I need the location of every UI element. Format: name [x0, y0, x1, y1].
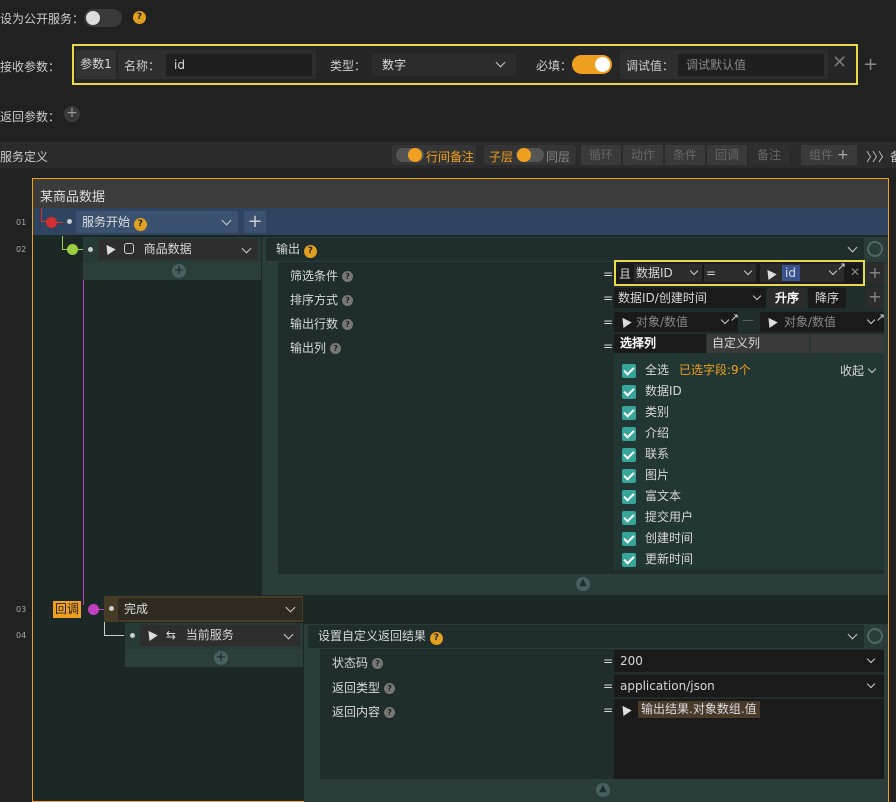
- field-checkbox[interactable]: 提交用户: [622, 508, 693, 525]
- type-select[interactable]: 数字: [372, 54, 516, 76]
- collapse-up-icon[interactable]: ▲: [576, 577, 590, 591]
- name-label: 名称：: [124, 59, 161, 73]
- cols-label: 输出列: [290, 341, 327, 355]
- sort-desc-button[interactable]: 降序: [808, 288, 846, 308]
- add-filter-icon[interactable]: +: [866, 263, 884, 285]
- param-row: 参数1 名称： id 类型： 数字 必填： 调试值： 调试默认值 ✕: [72, 44, 858, 85]
- sort-asc-button[interactable]: 升序: [768, 288, 806, 308]
- required-toggle[interactable]: [572, 55, 612, 74]
- public-service-label: 设为公开服务：: [0, 12, 85, 26]
- filter-condition: 且 数据ID = id ↗ ✕: [614, 260, 865, 286]
- tool-callback-button[interactable]: 回调: [707, 145, 747, 165]
- rows-end-input[interactable]: 对象/数值 ↗: [760, 311, 885, 332]
- callback-tag: 回调: [53, 601, 81, 618]
- more-link[interactable]: 〉〉〉备: [866, 148, 896, 165]
- field-checkbox[interactable]: 联系: [622, 445, 669, 462]
- collapse-up-icon[interactable]: ▲: [596, 783, 610, 797]
- component-button[interactable]: 组件 +: [801, 145, 857, 165]
- field-checkbox[interactable]: 创建时间: [622, 529, 693, 546]
- field-checkbox[interactable]: 富文本: [622, 487, 681, 504]
- filter-label: 筛选条件: [290, 269, 339, 283]
- add-child-icon[interactable]: +: [214, 651, 228, 665]
- rows-label: 输出行数: [290, 317, 339, 331]
- debug-label: 调试值：: [626, 59, 675, 73]
- rows-start-input[interactable]: 对象/数值 ↗: [614, 311, 739, 332]
- output-select[interactable]: 输出 ?: [266, 238, 864, 261]
- inline-note-toggle[interactable]: 行间备注: [392, 145, 476, 165]
- receive-params-label: 接收参数：: [0, 60, 61, 74]
- param-tag: 参数1: [76, 50, 116, 79]
- result-select[interactable]: 设置自定义返回结果 ?: [308, 625, 864, 648]
- filter-op-select[interactable]: =: [704, 264, 756, 282]
- tool-action-button[interactable]: 动作: [623, 145, 663, 165]
- data-node-icon: [67, 244, 78, 255]
- close-icon[interactable]: ✕: [850, 265, 860, 279]
- tool-condition-button[interactable]: 条件: [665, 145, 705, 165]
- layer-toggle[interactable]: 子层 同层: [484, 145, 576, 165]
- tool-note-button[interactable]: 备注: [749, 145, 789, 165]
- add-step-button[interactable]: +: [244, 211, 266, 233]
- return-content-input[interactable]: 输出结果.对象数组.值: [614, 699, 884, 779]
- service-def-label: 服务定义: [0, 150, 49, 164]
- required-label: 必填：: [536, 59, 573, 73]
- field-checkbox[interactable]: 类别: [622, 403, 669, 420]
- current-service-select[interactable]: ⇆ 当前服务: [140, 625, 300, 646]
- pointer-icon: [102, 241, 116, 256]
- flow-header: [33, 179, 888, 208]
- name-input[interactable]: id: [166, 54, 312, 76]
- row-number: 04: [16, 631, 27, 640]
- flow-title: 某商品数据: [40, 190, 106, 205]
- row-number: 01: [16, 218, 27, 227]
- swap-icon: ⇆: [165, 628, 176, 642]
- return-type-select[interactable]: application/json: [614, 675, 884, 697]
- row-number: 02: [16, 245, 27, 254]
- field-checkbox[interactable]: 更新时间: [622, 550, 693, 567]
- type-label: 类型：: [330, 59, 367, 73]
- debug-input[interactable]: 调试默认值: [678, 54, 824, 76]
- return-content-label: 返回内容: [332, 705, 381, 719]
- sort-label: 排序方式: [290, 293, 339, 307]
- status-select[interactable]: 200: [614, 650, 884, 672]
- start-node-icon: [46, 217, 57, 228]
- chevron-down-icon: [495, 57, 506, 68]
- add-param-icon[interactable]: +: [863, 54, 878, 75]
- return-type-label: 返回类型: [332, 681, 381, 695]
- database-icon: [123, 243, 134, 254]
- add-sort-icon[interactable]: +: [866, 288, 884, 308]
- return-params-label: 返回参数：: [0, 110, 61, 124]
- data-node-select[interactable]: 商品数据: [98, 239, 258, 260]
- help-icon[interactable]: ?: [133, 11, 146, 24]
- filter-field-select[interactable]: 数据ID: [634, 264, 702, 282]
- add-child-icon[interactable]: +: [172, 264, 186, 278]
- collapse-button[interactable]: 收起: [840, 362, 877, 379]
- public-service-toggle[interactable]: [84, 9, 122, 27]
- tab-select-columns[interactable]: 选择列: [614, 334, 706, 353]
- refresh-icon[interactable]: [867, 241, 883, 257]
- start-select[interactable]: 服务开始 ?: [76, 211, 238, 233]
- done-node-icon: [88, 604, 99, 615]
- tab-custom-columns[interactable]: 自定义列: [707, 334, 809, 353]
- pointer-icon: [144, 627, 158, 642]
- filter-value[interactable]: id ↗: [760, 260, 846, 282]
- sort-field-select[interactable]: 数据ID/创建时间: [614, 288, 766, 308]
- done-select[interactable]: 完成: [118, 598, 302, 620]
- status-label: 状态码: [332, 656, 369, 670]
- add-return-icon[interactable]: +: [64, 106, 80, 122]
- row-number: 03: [16, 605, 27, 614]
- refresh-icon[interactable]: [867, 628, 883, 644]
- field-checkbox[interactable]: 数据ID: [622, 382, 682, 399]
- select-all-checkbox[interactable]: 全选 已选字段:9个: [622, 361, 751, 378]
- field-checkbox[interactable]: 介绍: [622, 424, 669, 441]
- close-icon[interactable]: ✕: [832, 52, 847, 73]
- tool-loop-button[interactable]: 循环: [581, 145, 621, 165]
- field-checkbox[interactable]: 图片: [622, 466, 669, 483]
